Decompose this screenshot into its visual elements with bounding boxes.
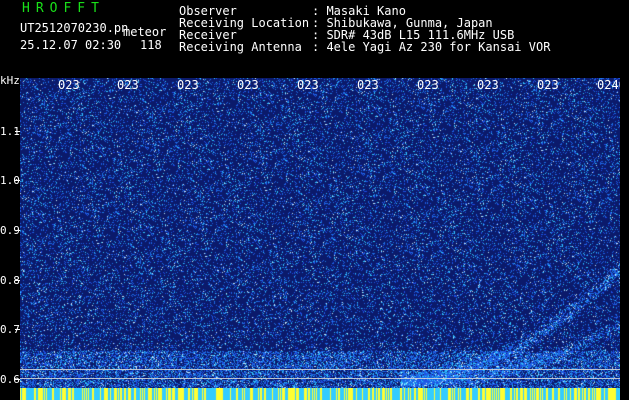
brand-logo: HROFFT (22, 1, 105, 16)
time-label: 023 (297, 78, 319, 92)
frequency-axis: kHz 1.1 1.0 0.9 0.8 0.7 0.6 (0, 74, 20, 400)
right-margin (620, 78, 629, 400)
time-label: 023 (117, 78, 139, 92)
antenna-value: : 4ele Yagi Az 230 for Kansai VOR (312, 40, 551, 54)
signal-strength-band (20, 388, 620, 400)
antenna-label: Receiving Antenna (179, 40, 302, 54)
time-label: 023 (357, 78, 379, 92)
time-label: 023 (58, 78, 80, 92)
spectrogram-canvas (20, 78, 620, 392)
reference-line (20, 378, 620, 379)
axis-unit: kHz (0, 74, 20, 87)
header-panel: HROFFT UT2512070230.pn meteor 25.12.07 0… (0, 0, 629, 78)
time-axis: 023 023 023 023 023 023 023 023 023 0240 (20, 78, 626, 92)
time-label: 023 (477, 78, 499, 92)
spectrogram (20, 78, 620, 392)
count: 118 (140, 38, 162, 52)
datetime: 25.12.07 02:30 (20, 38, 122, 52)
filename: UT2512070230.pn (20, 21, 129, 35)
time-label: 023 (417, 78, 439, 92)
time-label: 023 (537, 78, 559, 92)
time-label: 023 (237, 78, 259, 92)
reference-line (20, 369, 620, 370)
time-label: 023 (177, 78, 199, 92)
